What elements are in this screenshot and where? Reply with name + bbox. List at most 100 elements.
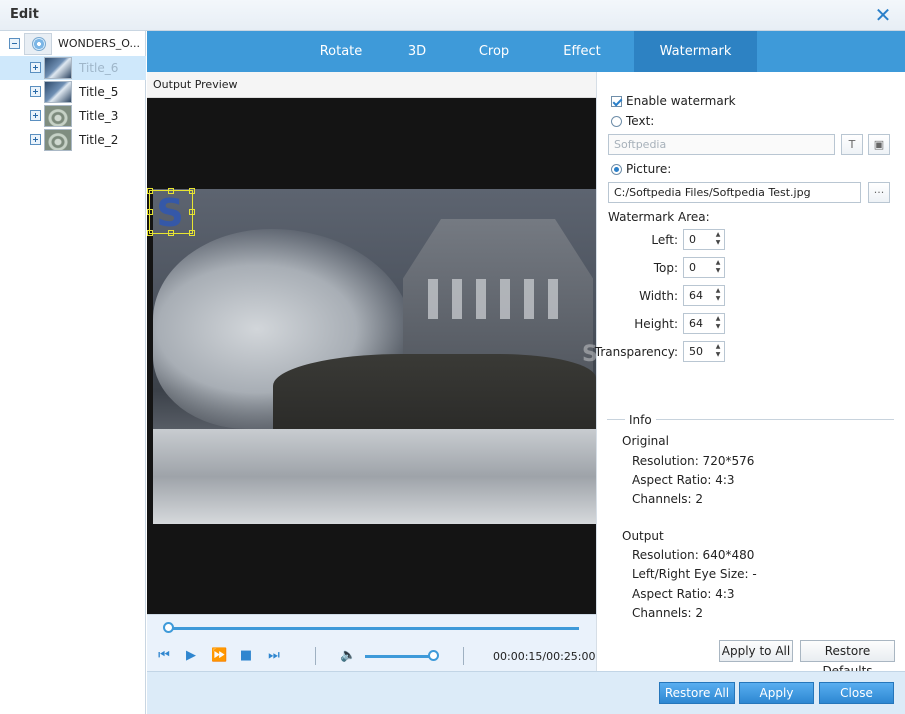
thumbnail xyxy=(44,129,72,151)
tab-3d[interactable]: 3D xyxy=(383,31,451,72)
spinner-arrows-icon[interactable]: ▲ ▼ xyxy=(714,259,722,276)
restore-all-button[interactable]: Restore All xyxy=(659,682,735,704)
picture-path-input[interactable]: C:/Softpedia Files/Softpedia Test.jpg xyxy=(608,182,861,203)
title-tree: WONDERS_O... Title_6 Title_5 Title_3 Tit… xyxy=(0,31,146,714)
tree-item-title-5[interactable]: Title_5 xyxy=(0,80,146,104)
height-value: 64 xyxy=(689,317,703,330)
tree-item-title-3[interactable]: Title_3 xyxy=(0,104,146,128)
picture-radio-label: Picture: xyxy=(626,162,672,176)
tree-item-label: Title_6 xyxy=(79,61,119,75)
watermark-text-input[interactable]: Softpedia xyxy=(608,134,835,155)
text-radio[interactable] xyxy=(611,116,622,127)
time-readout: 00:00:15/00:25:00 xyxy=(493,650,596,663)
output-channels: Channels: 2 xyxy=(632,606,704,620)
tree-item-label: Title_5 xyxy=(79,85,119,99)
resize-handle[interactable] xyxy=(189,209,195,215)
spinner-arrows-icon[interactable]: ▲ ▼ xyxy=(714,343,722,360)
info-title: Info xyxy=(625,413,656,427)
collapse-icon[interactable] xyxy=(9,38,20,49)
tree-item-label: Title_3 xyxy=(79,109,119,123)
video-preview: S SOFTPEDIA xyxy=(147,98,596,614)
browse-button[interactable]: ··· xyxy=(868,182,890,203)
enable-watermark-checkbox[interactable] xyxy=(611,96,622,107)
resize-handle[interactable] xyxy=(168,230,174,236)
apply-to-all-button[interactable]: Apply to All xyxy=(719,640,793,662)
picture-radio[interactable] xyxy=(611,164,622,175)
thumbnail xyxy=(44,57,72,79)
tree-item-title-6[interactable]: Title_6 xyxy=(0,56,146,80)
expand-icon[interactable] xyxy=(30,110,41,121)
bottom-bar: Restore All Apply Close xyxy=(147,671,905,714)
close-icon[interactable]: ✕ xyxy=(873,4,893,26)
resize-handle[interactable] xyxy=(147,209,153,215)
restore-defaults-button[interactable]: Restore Defaults xyxy=(800,640,895,678)
watermark-settings-panel: Enable watermark Text: Softpedia T ▣ Pic… xyxy=(595,72,905,678)
spinner-arrows-icon[interactable]: ▲ ▼ xyxy=(714,315,722,332)
resize-handle[interactable] xyxy=(168,188,174,194)
seek-bar[interactable] xyxy=(167,627,579,630)
tab-watermark[interactable]: Watermark xyxy=(634,31,757,72)
color-icon[interactable]: ▣ xyxy=(868,134,890,155)
tab-rotate[interactable]: Rotate xyxy=(299,31,383,72)
transparency-label: Transparency: xyxy=(594,345,678,359)
resize-handle[interactable] xyxy=(189,188,195,194)
resize-handle[interactable] xyxy=(147,230,153,236)
original-channels: Channels: 2 xyxy=(632,492,704,506)
title-bar: Edit ✕ xyxy=(0,0,905,31)
watermark-selection-box[interactable] xyxy=(147,188,195,236)
left-spinner[interactable]: 0 ▲ ▼ xyxy=(683,229,725,250)
preview-title: Output Preview xyxy=(153,78,238,91)
output-aspect-ratio: Aspect Ratio: 4:3 xyxy=(632,587,735,601)
tree-root-label: WONDERS_O... xyxy=(58,37,141,50)
original-label: Original xyxy=(622,434,669,448)
fast-forward-icon[interactable]: ⏩ xyxy=(211,649,227,663)
volume-icon[interactable]: 🔈 xyxy=(340,649,356,663)
expand-icon[interactable] xyxy=(30,62,41,73)
spinner-arrows-icon[interactable]: ▲ ▼ xyxy=(714,231,722,248)
volume-slider[interactable] xyxy=(365,655,435,658)
output-label: Output xyxy=(622,529,664,543)
width-label: Width: xyxy=(639,289,678,303)
tab-crop[interactable]: Crop xyxy=(451,31,537,72)
width-spinner[interactable]: 64 ▲ ▼ xyxy=(683,285,725,306)
top-spinner[interactable]: 0 ▲ ▼ xyxy=(683,257,725,278)
close-button[interactable]: Close xyxy=(819,682,894,704)
left-label: Left: xyxy=(651,233,678,247)
spinner-arrows-icon[interactable]: ▲ ▼ xyxy=(714,287,722,304)
window-title: Edit xyxy=(10,7,39,22)
original-resolution: Resolution: 720*576 xyxy=(632,454,755,468)
transparency-spinner[interactable]: 50 ▲ ▼ xyxy=(683,341,725,362)
resize-handle[interactable] xyxy=(147,188,153,194)
expand-icon[interactable] xyxy=(30,86,41,97)
expand-icon[interactable] xyxy=(30,134,41,145)
preview-header: Output Preview xyxy=(147,72,596,98)
volume-knob[interactable] xyxy=(428,650,439,661)
thumbnail xyxy=(44,81,72,103)
disc-icon xyxy=(24,33,52,55)
next-frame-icon[interactable]: ⏭ xyxy=(267,649,281,663)
output-eye-size: Left/Right Eye Size: - xyxy=(632,567,757,581)
apply-button[interactable]: Apply xyxy=(739,682,814,704)
play-icon[interactable]: ▶ xyxy=(184,649,198,663)
top-value: 0 xyxy=(689,261,696,274)
divider xyxy=(315,647,316,665)
seek-knob[interactable] xyxy=(163,622,174,633)
video-frame xyxy=(153,189,596,524)
tab-effect[interactable]: Effect xyxy=(537,31,627,72)
height-spinner[interactable]: 64 ▲ ▼ xyxy=(683,313,725,334)
transparency-value: 50 xyxy=(689,345,703,358)
tree-item-title-2[interactable]: Title_2 xyxy=(0,128,146,152)
height-label: Height: xyxy=(634,317,678,331)
tree-root[interactable]: WONDERS_O... xyxy=(0,33,146,55)
left-value: 0 xyxy=(689,233,696,246)
previous-frame-icon[interactable]: ⏮ xyxy=(157,649,171,663)
top-label: Top: xyxy=(653,261,678,275)
stop-icon[interactable]: ■ xyxy=(239,649,253,663)
original-aspect-ratio: Aspect Ratio: 4:3 xyxy=(632,473,735,487)
font-icon[interactable]: T xyxy=(841,134,863,155)
tab-bar: Rotate 3D Crop Effect Watermark xyxy=(147,31,905,72)
output-resolution: Resolution: 640*480 xyxy=(632,548,755,562)
resize-handle[interactable] xyxy=(189,230,195,236)
enable-watermark-label: Enable watermark xyxy=(626,94,736,108)
width-value: 64 xyxy=(689,289,703,302)
